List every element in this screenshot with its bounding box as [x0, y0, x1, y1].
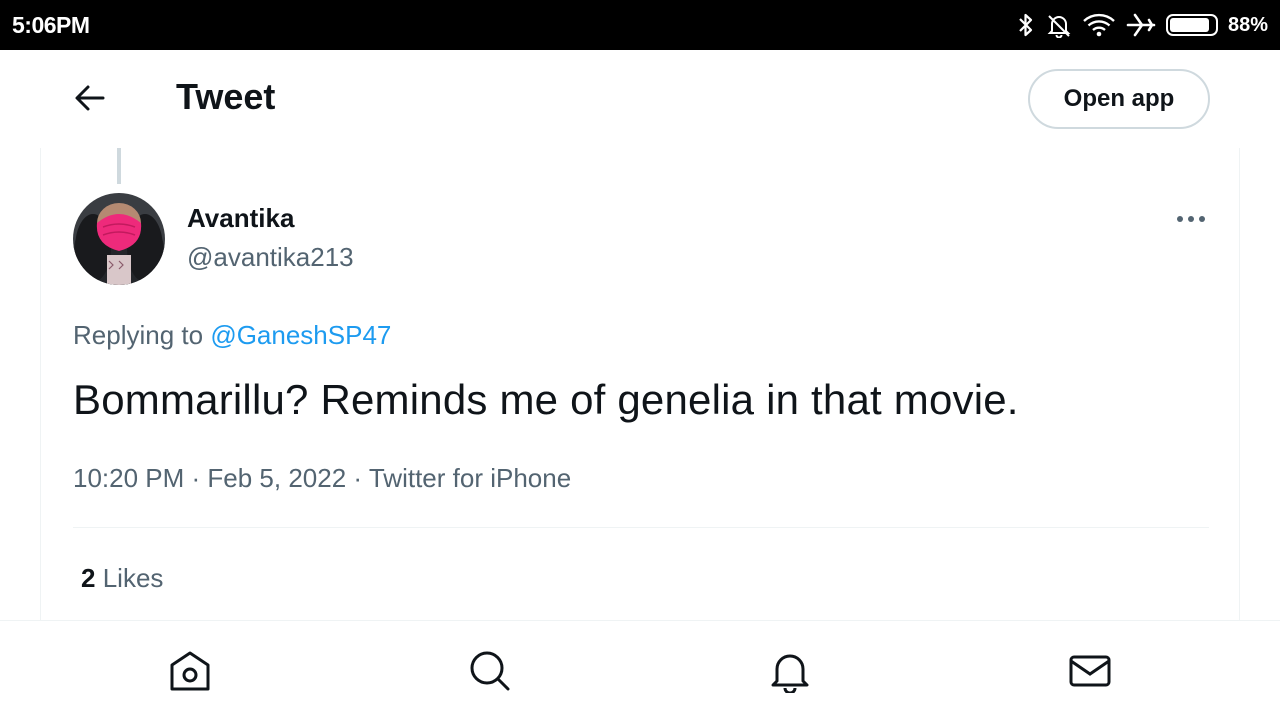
arrow-left-icon: [74, 84, 106, 117]
status-icons: 88%: [1016, 12, 1268, 38]
back-button[interactable]: [64, 80, 116, 120]
author-handle[interactable]: @avantika213: [187, 242, 354, 273]
likes-stat[interactable]: 2 Likes: [81, 563, 163, 594]
avatar[interactable]: [73, 193, 165, 285]
divider: [73, 527, 1209, 528]
notifications-icon: [768, 649, 812, 698]
meta-separator: ·: [353, 463, 363, 493]
replying-to: Replying to @GaneshSP47: [73, 320, 391, 351]
notifications-off-icon: [1046, 12, 1072, 38]
author-display-name[interactable]: Avantika: [187, 203, 294, 234]
nav-search-button[interactable]: [466, 649, 514, 697]
more-horizontal-icon: [1176, 210, 1206, 228]
messages-icon: [1068, 649, 1112, 698]
replying-to-mention[interactable]: @GaneshSP47: [210, 320, 391, 350]
tweet-timestamp[interactable]: 10:20 PM · Feb 5, 2022: [73, 463, 346, 493]
page-title: Tweet: [176, 76, 276, 117]
nav-home-button[interactable]: [166, 649, 214, 697]
open-app-button[interactable]: Open app: [1028, 69, 1210, 129]
status-bar: 5:06PM 88%: [0, 0, 1280, 50]
home-icon: [168, 649, 212, 698]
tweet-text: Bommarillu? Reminds me of genelia in tha…: [73, 376, 1019, 423]
bottom-nav: [0, 620, 1280, 720]
search-icon: [468, 649, 512, 698]
more-options-button[interactable]: [1171, 204, 1211, 234]
tweet-meta: 10:20 PM · Feb 5, 2022 · Twitter for iPh…: [73, 463, 571, 494]
likes-count: 2: [81, 563, 96, 593]
nav-messages-button[interactable]: [1066, 649, 1114, 697]
replying-to-prefix: Replying to: [73, 320, 204, 350]
header: Tweet Open app: [0, 50, 1280, 148]
wifi-icon: [1082, 12, 1116, 38]
battery-level: [1169, 18, 1209, 32]
bluetooth-icon: [1016, 12, 1036, 38]
likes-label: Likes: [102, 563, 164, 593]
airplane-mode-icon: [1126, 12, 1156, 38]
tweet-source[interactable]: Twitter for iPhone: [369, 463, 571, 493]
tweet-detail: Avantika @avantika213 Replying to @Ganes…: [40, 148, 1240, 620]
nav-notifications-button[interactable]: [766, 649, 814, 697]
battery-icon: [1165, 14, 1218, 36]
status-time: 5:06PM: [12, 11, 90, 38]
battery-percent: 88%: [1227, 13, 1268, 36]
thread-line: [117, 148, 121, 184]
